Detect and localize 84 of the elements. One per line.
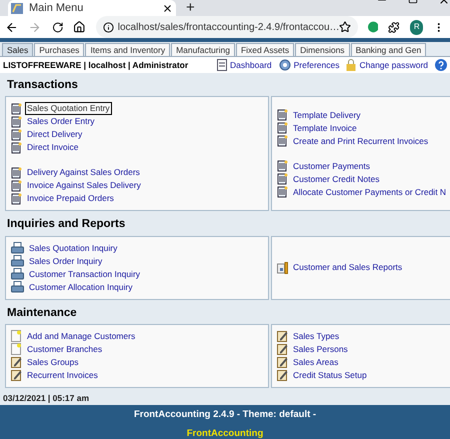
menu-link[interactable]: Template Invoice xyxy=(292,122,358,134)
module-tab[interactable]: Manufacturing xyxy=(171,43,235,56)
brand-link[interactable]: FrontAccounting xyxy=(186,426,264,439)
bookmark-star-icon[interactable] xyxy=(338,21,351,33)
section-heading: Inquiries and Reports xyxy=(6,217,126,232)
menu-link[interactable]: Sales Quotation Inquiry xyxy=(28,242,118,254)
menu-link[interactable]: Create and Print Recurrent Invoices xyxy=(292,136,430,147)
section-heading: Transactions xyxy=(6,78,79,93)
document-icon xyxy=(277,173,288,186)
printer-icon xyxy=(11,255,24,267)
user-info: LISTOFFREEWARE | localhost | Administrator xyxy=(3,58,190,72)
printer-icon xyxy=(11,268,24,280)
document-icon xyxy=(277,122,288,134)
pencil-note-icon xyxy=(11,369,22,382)
version-text: FrontAccounting 2.4.9 - Theme: default - xyxy=(134,408,316,422)
module-tab[interactable]: Banking and Gen xyxy=(350,43,426,56)
module-tab[interactable]: Fixed Assets xyxy=(236,43,294,56)
home-icon[interactable] xyxy=(73,20,86,34)
menu-link[interactable]: Sales Persons xyxy=(292,344,349,355)
menu-link[interactable]: Sales Order Inquiry xyxy=(28,256,104,266)
menu-link[interactable]: Sales Order Entry xyxy=(26,116,96,128)
document-icon xyxy=(277,186,288,198)
note-icon xyxy=(11,343,22,356)
menu-link[interactable]: Invoice Against Sales Delivery xyxy=(26,180,142,192)
close-icon[interactable] xyxy=(162,2,173,14)
tab-title: Main Menu xyxy=(29,0,84,16)
document-icon xyxy=(277,109,288,122)
menu-link[interactable]: Customer Allocation Inquiry xyxy=(28,282,134,292)
document-icon xyxy=(11,166,22,179)
printer-icon xyxy=(11,281,24,293)
module-tab[interactable]: Purchases xyxy=(34,43,84,56)
user-link[interactable]: Change password xyxy=(359,58,428,72)
help-icon[interactable] xyxy=(435,59,447,71)
menu-link[interactable]: Recurrent Invoices xyxy=(26,370,99,381)
printer-icon xyxy=(11,242,24,254)
document-icon xyxy=(11,102,22,115)
menu-link[interactable]: Customer Branches xyxy=(26,344,104,355)
document-icon xyxy=(11,128,22,141)
menu-link[interactable]: Sales Types xyxy=(292,330,340,342)
new-tab-button[interactable]: + xyxy=(186,0,195,15)
menu-link[interactable]: Customer and Sales Reports xyxy=(292,262,404,273)
note-icon xyxy=(11,330,22,342)
module-tab[interactable]: Dimensions xyxy=(295,43,350,56)
menu-link[interactable]: Direct Invoice xyxy=(26,142,80,154)
document-icon xyxy=(11,142,22,154)
document-icon xyxy=(11,192,22,205)
app-logo-icon xyxy=(11,2,23,14)
address-bar[interactable]: localhost/sales/frontaccounting-2.4.9/frontaccou… xyxy=(96,16,358,38)
menu-link[interactable]: Sales Quotation Entry xyxy=(26,103,111,114)
menu-link[interactable]: Customer Transaction Inquiry xyxy=(28,268,142,280)
menu-link[interactable]: Invoice Prepaid Orders xyxy=(26,193,115,204)
pencil-note-icon xyxy=(277,330,288,342)
user-link[interactable]: Preferences xyxy=(294,58,340,72)
info-icon xyxy=(102,22,114,32)
menu-link[interactable]: Customer Payments xyxy=(292,160,371,172)
section-heading: Maintenance xyxy=(6,306,78,320)
menu-link[interactable]: Template Delivery xyxy=(292,110,362,121)
menu-link[interactable]: Add and Manage Customers xyxy=(26,330,136,342)
module-tab[interactable]: Items and Inventory xyxy=(85,43,170,56)
menu-link[interactable]: Sales Areas xyxy=(292,356,340,368)
menu-link[interactable]: Direct Delivery xyxy=(26,129,84,140)
user-link[interactable]: Dashboard xyxy=(230,58,272,72)
module-tab[interactable]: Sales xyxy=(2,43,34,56)
browser-tab[interactable]: Main Menu xyxy=(8,0,176,16)
padlock-icon xyxy=(346,59,356,71)
menu-link[interactable]: Sales Groups xyxy=(26,356,80,368)
menu-link[interactable]: Allocate Customer Payments or Credit N xyxy=(292,186,448,198)
document-icon xyxy=(11,180,22,192)
menu-link[interactable]: Customer Credit Notes xyxy=(292,174,380,185)
profile-avatar[interactable]: R xyxy=(410,20,424,34)
document-icon xyxy=(11,116,22,128)
document-icon xyxy=(277,160,288,172)
pencil-note-icon xyxy=(11,356,22,368)
extensions-icon[interactable] xyxy=(388,20,400,34)
reload-icon[interactable] xyxy=(52,20,64,34)
pencil-note-icon xyxy=(277,369,288,382)
menu-link[interactable]: Credit Status Setup xyxy=(292,370,368,381)
menu-link[interactable]: Delivery Against Sales Orders xyxy=(26,167,141,178)
pencil-note-icon xyxy=(277,343,288,356)
report-icon xyxy=(277,262,288,274)
extension-icon[interactable] xyxy=(368,21,378,33)
date-time: 03/12/2021 | 05:17 am xyxy=(2,392,90,404)
pencil-note-icon xyxy=(277,356,288,368)
document-icon xyxy=(277,135,288,148)
